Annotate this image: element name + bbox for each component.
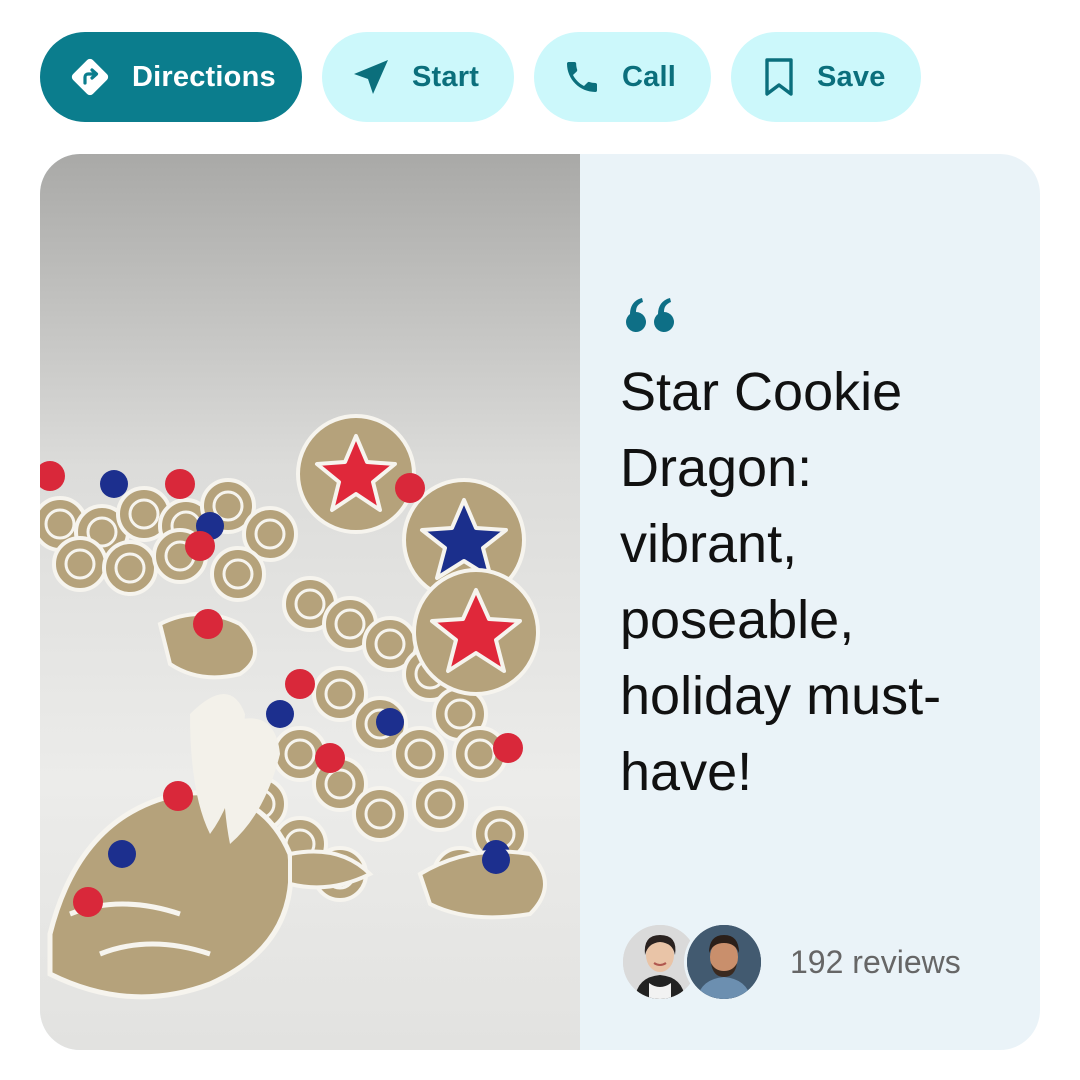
save-button[interactable]: Save — [731, 32, 921, 122]
directions-button[interactable]: Directions — [40, 32, 302, 122]
directions-icon — [68, 55, 112, 99]
reviews-summary[interactable]: 192 reviews — [620, 920, 961, 1004]
dragon-photo — [40, 154, 580, 1050]
phone-icon — [562, 57, 602, 97]
save-label: Save — [817, 60, 886, 93]
quote-icon — [620, 296, 676, 341]
reviews-count: 192 reviews — [790, 943, 961, 980]
call-label: Call — [622, 60, 676, 93]
directions-label: Directions — [132, 60, 276, 93]
quote-panel: Star Cookie Dragon: vibrant, poseable, h… — [620, 154, 1040, 1050]
call-button[interactable]: Call — [534, 32, 711, 122]
review-card: Star Cookie Dragon: vibrant, poseable, h… — [40, 154, 1040, 1050]
avatar — [684, 922, 764, 1002]
action-bar: Directions Start Call Save — [40, 32, 921, 122]
reviewer-avatars — [620, 920, 770, 1004]
navigation-arrow-icon — [350, 56, 392, 98]
review-quote: Star Cookie Dragon: vibrant, poseable, h… — [620, 362, 942, 802]
start-button[interactable]: Start — [322, 32, 514, 122]
bookmark-icon — [761, 57, 797, 97]
start-label: Start — [412, 60, 480, 93]
